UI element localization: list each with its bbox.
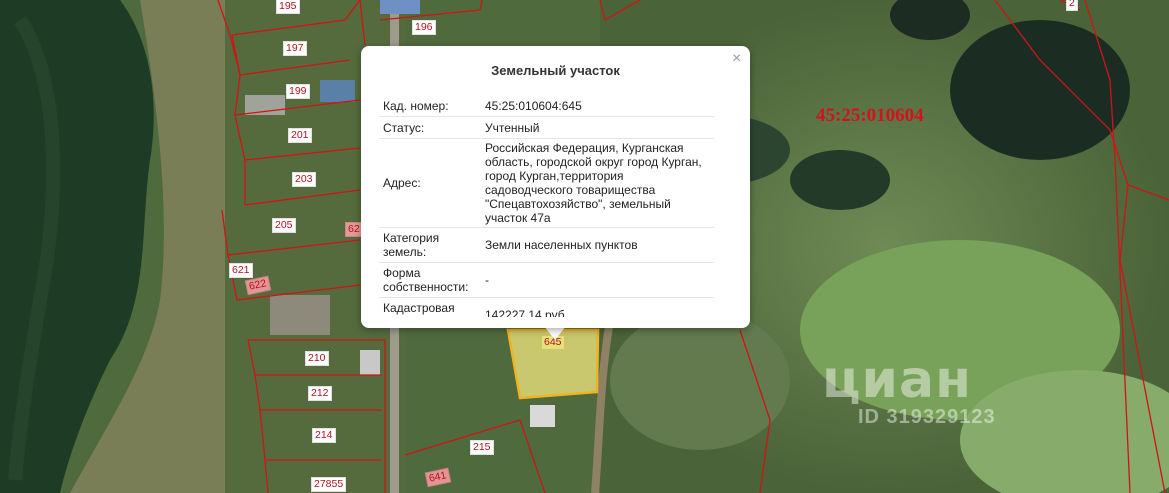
table-row: Кадастровая стоимость: 142227.14 руб (379, 297, 714, 317)
attr-value: Российская Федерация, Курганская область… (479, 138, 714, 228)
parcel-label[interactable]: 205 (272, 218, 296, 233)
attr-key: Кад. номер: (379, 95, 479, 117)
parcel-label[interactable]: 201 (288, 128, 312, 143)
parcel-label[interactable]: 203 (292, 172, 316, 187)
watermark: циан ID 319329123 (822, 354, 996, 429)
parcel-label[interactable]: 210 (305, 351, 329, 366)
table-row: Форма собственности: - (379, 262, 714, 298)
table-row: Категория земель: Земли населенных пункт… (379, 227, 714, 263)
parcel-label[interactable]: 621 (229, 263, 253, 278)
table-row: Адрес: Российская Федерация, Курганская … (379, 138, 714, 228)
popup-title: Земельный участок (491, 63, 620, 78)
parcel-label[interactable]: 214 (312, 428, 336, 443)
watermark-logo: циан (822, 350, 972, 410)
parcel-label[interactable]: 197 (283, 41, 307, 56)
table-row: Кад. номер: 45:25:010604:645 (379, 95, 714, 117)
parcel-label[interactable]: 195 (276, 0, 300, 14)
attr-value: Учтенный (479, 116, 714, 139)
parcel-attributes-table: Кад. номер: 45:25:010604:645 Статус: Учт… (379, 95, 714, 317)
attr-value: 45:25:010604:645 (479, 95, 714, 117)
attr-key: Статус: (379, 116, 479, 139)
attr-key: Форма собственности: (379, 262, 479, 298)
attr-value: - (479, 262, 714, 298)
attr-key: Кадастровая стоимость: (379, 297, 479, 317)
parcel-label[interactable]: 196 (412, 20, 436, 35)
parcel-label[interactable]: 199 (286, 84, 310, 99)
attr-key: Категория земель: (379, 227, 479, 263)
parcel-info-popup: × Земельный участок Кад. номер: 45:25:01… (361, 46, 750, 328)
table-row: Статус: Учтенный (379, 116, 714, 139)
parcel-label[interactable]: 27855 (311, 477, 347, 492)
attr-key: Адрес: (379, 138, 479, 228)
parcel-label[interactable]: 2 (1066, 0, 1078, 11)
attr-value: 142227.14 руб (479, 297, 714, 317)
popup-pointer (544, 326, 566, 340)
parcel-label[interactable]: 215 (470, 440, 494, 455)
cadastral-quarter-label: 45:25:010604 (816, 105, 924, 126)
watermark-id: ID 319329123 (858, 406, 996, 428)
parcel-label[interactable]: 212 (308, 386, 332, 401)
popup-content[interactable]: Кад. номер: 45:25:010604:645 Статус: Учт… (379, 95, 732, 317)
attr-value: Земли населенных пунктов (479, 227, 714, 263)
